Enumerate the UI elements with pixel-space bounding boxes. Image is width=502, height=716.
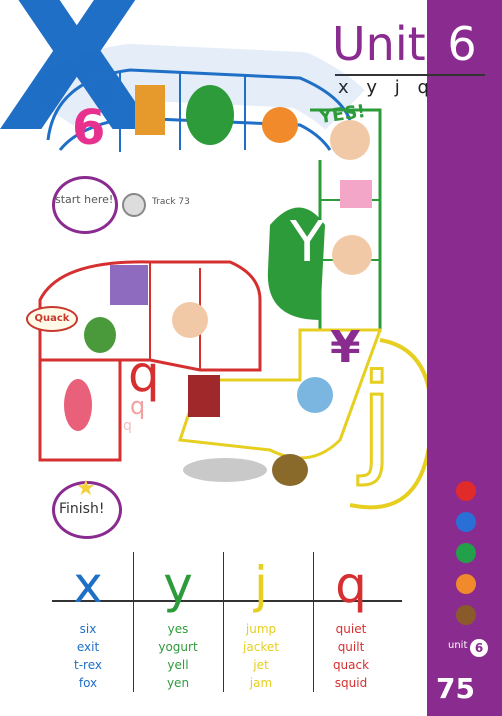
word-q-2: quilt (337, 640, 365, 654)
yogurt-picture (340, 180, 372, 208)
quack-speech-bubble: Quack (26, 306, 78, 332)
path-number-6: 6 (72, 100, 106, 156)
word-y-3: yell (167, 658, 189, 672)
word-x-1: six (79, 622, 97, 636)
color-dot-red (456, 481, 476, 501)
quiet-girl-picture (172, 302, 208, 338)
word-x-3: t-rex (74, 658, 102, 672)
column-divider (223, 552, 224, 692)
yes-girl-picture (330, 120, 370, 160)
word-j-4: jam (249, 676, 273, 690)
word-y-4: yen (166, 676, 190, 690)
column-letter-j: j (254, 556, 268, 614)
word-y-2: yogurt (158, 640, 198, 654)
color-dot-blue (456, 512, 476, 532)
squid-picture (64, 379, 92, 431)
yellow-j-label: j (358, 350, 394, 489)
jet-picture (183, 458, 267, 482)
small-q-label: q (130, 392, 146, 420)
unit-number: 6 (447, 17, 477, 71)
color-dot-brown (456, 605, 476, 625)
cd-icon (122, 193, 146, 217)
t-rex-picture (186, 85, 234, 145)
column-letter-q: q (335, 556, 367, 614)
word-q-4: squid (334, 676, 368, 690)
word-y-1: yes (167, 622, 189, 636)
jumping-girl-picture (297, 377, 333, 413)
footer-unit-number: 6 (470, 639, 488, 657)
yen-symbol: ¥ (330, 322, 361, 373)
column-letter-x: x (73, 556, 103, 614)
fox-picture (262, 107, 298, 143)
word-q-3: quack (332, 658, 370, 672)
word-j-2: jacket (243, 640, 279, 654)
star-icon: ★ (76, 476, 96, 501)
word-j-3: jet (253, 658, 269, 672)
finish-label: Finish! (59, 501, 105, 517)
quilt-picture (110, 265, 148, 305)
footer-unit-label: unit (448, 640, 468, 651)
word-j-1: jump (245, 622, 277, 636)
word-x-4: fox (78, 676, 98, 690)
track-label: Track 73 (152, 197, 190, 207)
column-letter-y: y (163, 556, 193, 614)
column-divider (313, 552, 314, 692)
jam-picture (188, 375, 220, 417)
word-q-1: quiet (335, 622, 367, 636)
color-dot-orange (456, 574, 476, 594)
jacket-picture (272, 454, 308, 486)
column-divider (133, 552, 134, 692)
tiny-q-label: q (123, 418, 132, 434)
color-dot-green (456, 543, 476, 563)
start-label: start here! (55, 193, 114, 206)
yelling-boy-picture (332, 235, 372, 275)
word-x-2: exit (76, 640, 100, 654)
duck-picture (84, 317, 116, 353)
door-picture (135, 85, 165, 135)
green-y-label: Y (290, 210, 325, 275)
page-number: 75 (436, 672, 475, 705)
